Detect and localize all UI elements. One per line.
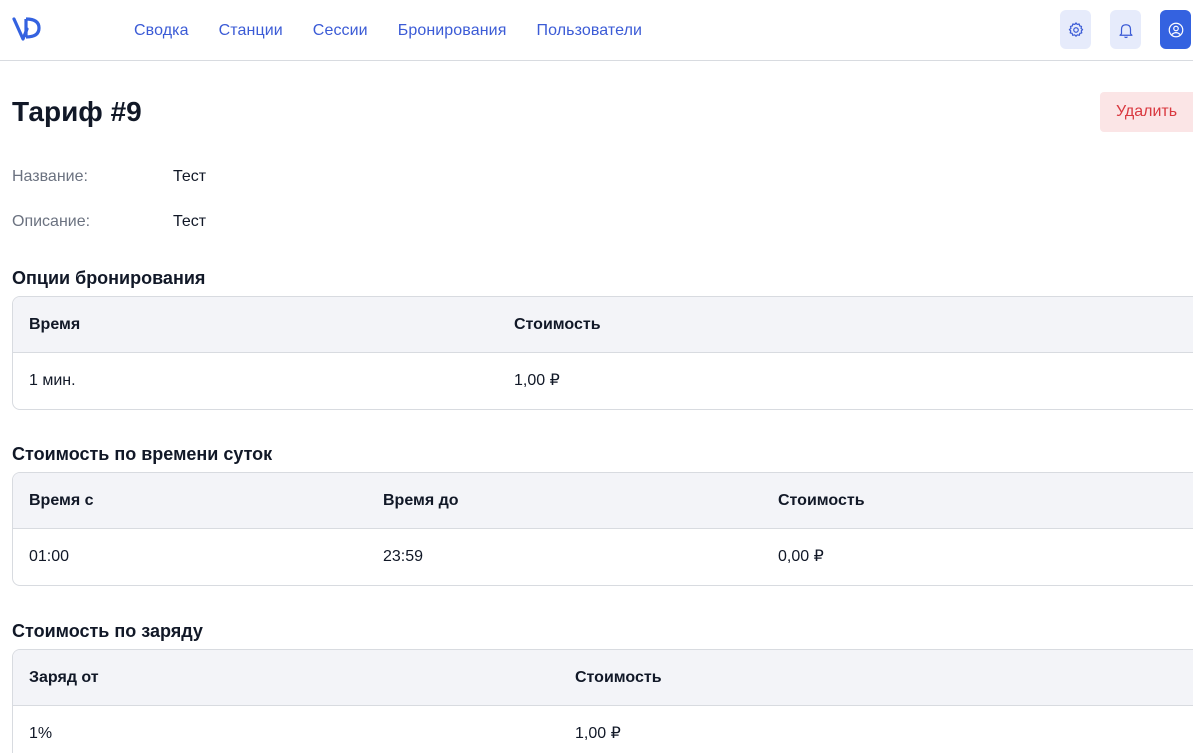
user-icon (1168, 22, 1183, 37)
booking-options-title: Опции бронирования (12, 268, 206, 288)
settings-button[interactable] (1060, 10, 1091, 49)
profile-button[interactable] (1160, 10, 1191, 49)
charge-cost-title: Стоимость по заряду (12, 621, 203, 641)
table-header: Время с Время до Стоимость (13, 473, 1193, 529)
table-cell: 0,00 ₽ (778, 548, 824, 565)
nav-item-users[interactable]: Пользователи (536, 22, 642, 40)
page-title: Тариф #9 (12, 96, 142, 127)
charge-cost-table: Заряд от Стоимость 1% 1,00 ₽ (12, 649, 1193, 753)
table-row: 1% 1,00 ₽ (13, 706, 1193, 753)
nav-item-bookings[interactable]: Бронирования (398, 22, 507, 40)
description-value: Тест (173, 213, 207, 230)
table-cell: 1 мин. (29, 372, 76, 389)
delete-button[interactable]: Удалить (1100, 92, 1193, 132)
column-header: Заряд от (29, 669, 99, 686)
bell-icon (1118, 23, 1133, 38)
name-value: Тест (173, 168, 207, 185)
table-row: 01:00 23:59 0,00 ₽ (13, 529, 1193, 585)
table-cell: 1,00 ₽ (575, 725, 621, 742)
column-header: Время (29, 316, 81, 333)
column-header: Время до (383, 492, 459, 509)
time-of-day-table: Время с Время до Стоимость 01:00 23:59 0… (12, 472, 1193, 586)
table-header: Время Стоимость (13, 297, 1193, 353)
description-label: Описание: (12, 213, 91, 230)
column-header: Стоимость (575, 669, 662, 686)
logo-icon[interactable] (12, 13, 42, 43)
nav-item-sessions[interactable]: Сессии (313, 22, 368, 40)
notifications-button[interactable] (1110, 10, 1141, 49)
table-cell: 01:00 (29, 548, 70, 565)
main-nav: Сводка Станции Сессии Бронирования Польз… (134, 0, 642, 61)
nav-item-summary[interactable]: Сводка (134, 22, 189, 40)
booking-options-table: Время Стоимость 1 мин. 1,00 ₽ (12, 296, 1193, 410)
name-label: Название: (12, 168, 88, 185)
gear-icon (1068, 21, 1083, 37)
table-cell: 1,00 ₽ (514, 372, 560, 389)
column-header: Стоимость (778, 492, 865, 509)
table-row: 1 мин. 1,00 ₽ (13, 353, 1193, 409)
time-of-day-title: Стоимость по времени суток (12, 444, 273, 464)
column-header: Стоимость (514, 316, 601, 333)
column-header: Время с (29, 492, 94, 509)
table-cell: 23:59 (383, 548, 424, 565)
nav-item-stations[interactable]: Станции (219, 22, 283, 40)
table-header: Заряд от Стоимость (13, 650, 1193, 706)
table-cell: 1% (29, 725, 53, 742)
top-navigation-bar: Сводка Станции Сессии Бронирования Польз… (0, 0, 1193, 61)
